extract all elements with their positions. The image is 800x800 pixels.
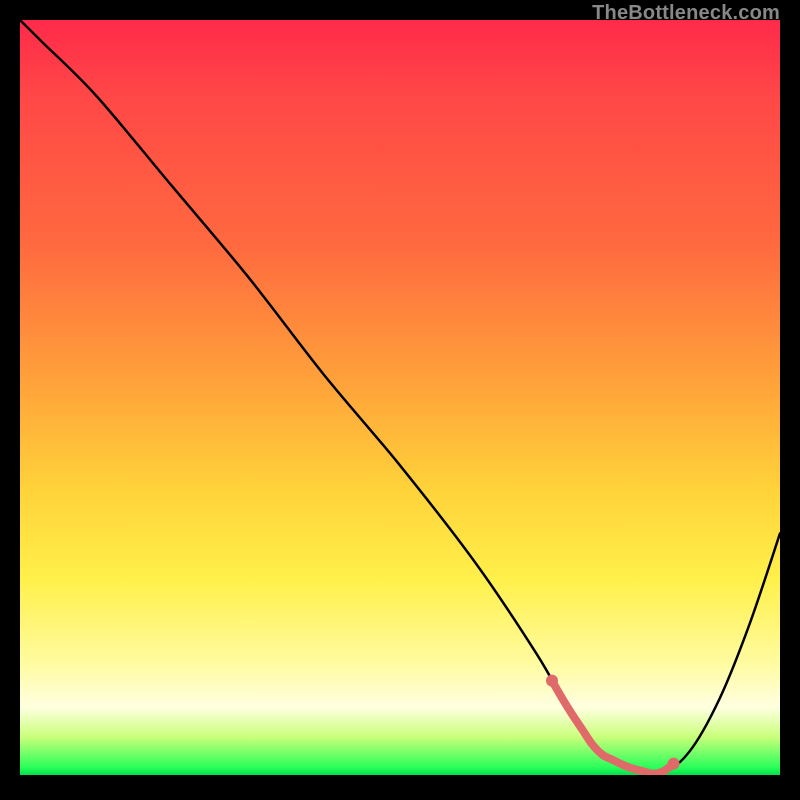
chart-container: TheBottleneck.com [0,0,800,800]
plot-area [20,20,780,775]
bottleneck-curve [20,20,780,775]
